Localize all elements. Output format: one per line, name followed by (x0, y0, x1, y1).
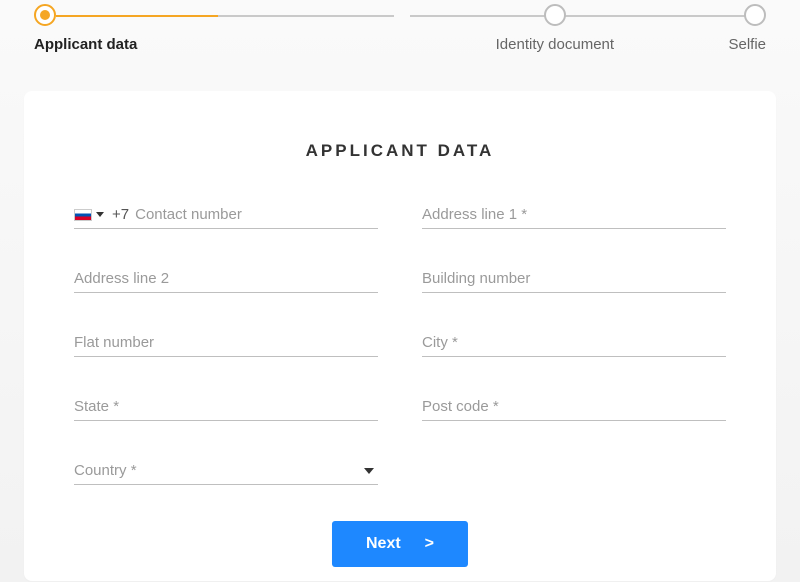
step-selfie[interactable]: Selfie (728, 4, 766, 53)
flat-number-input[interactable] (74, 332, 378, 353)
step-label: Identity document (496, 36, 614, 53)
step-label: Applicant data (34, 36, 137, 53)
progress-line-1 (56, 15, 394, 17)
step-circle (744, 4, 766, 26)
contact-number-input[interactable] (135, 204, 378, 225)
field-post-code[interactable] (422, 393, 726, 421)
dial-code: +7 (112, 206, 129, 223)
form-title: APPLICANT DATA (74, 141, 726, 161)
stepper: Applicant data Identity document Selfie (0, 0, 800, 53)
form-grid: +7 (74, 201, 726, 485)
field-city[interactable] (422, 329, 726, 357)
country-select[interactable] (74, 460, 378, 481)
field-state[interactable] (74, 393, 378, 421)
phone-country-selector[interactable]: +7 (74, 206, 129, 223)
field-country[interactable] (74, 457, 378, 485)
chevron-right-icon: > (425, 535, 434, 553)
chevron-down-icon (96, 212, 104, 217)
city-input[interactable] (422, 332, 726, 353)
building-number-input[interactable] (422, 268, 726, 289)
form-card: APPLICANT DATA +7 (24, 91, 776, 581)
field-contact-number[interactable]: +7 (74, 201, 378, 229)
flag-icon (74, 209, 92, 221)
next-button-label: Next (366, 535, 401, 553)
progress-line-2 (410, 15, 748, 17)
step-circle (544, 4, 566, 26)
step-identity-document[interactable]: Identity document (381, 4, 728, 53)
state-input[interactable] (74, 396, 378, 417)
step-applicant-data[interactable]: Applicant data (34, 4, 381, 53)
address-line-1-input[interactable] (422, 204, 726, 225)
step-label: Selfie (728, 36, 766, 53)
post-code-input[interactable] (422, 396, 726, 417)
field-building-number[interactable] (422, 265, 726, 293)
step-circle-active (34, 4, 56, 26)
field-flat-number[interactable] (74, 329, 378, 357)
field-address-1[interactable] (422, 201, 726, 229)
field-address-2[interactable] (74, 265, 378, 293)
address-line-2-input[interactable] (74, 268, 378, 289)
next-button[interactable]: Next > (332, 521, 468, 567)
